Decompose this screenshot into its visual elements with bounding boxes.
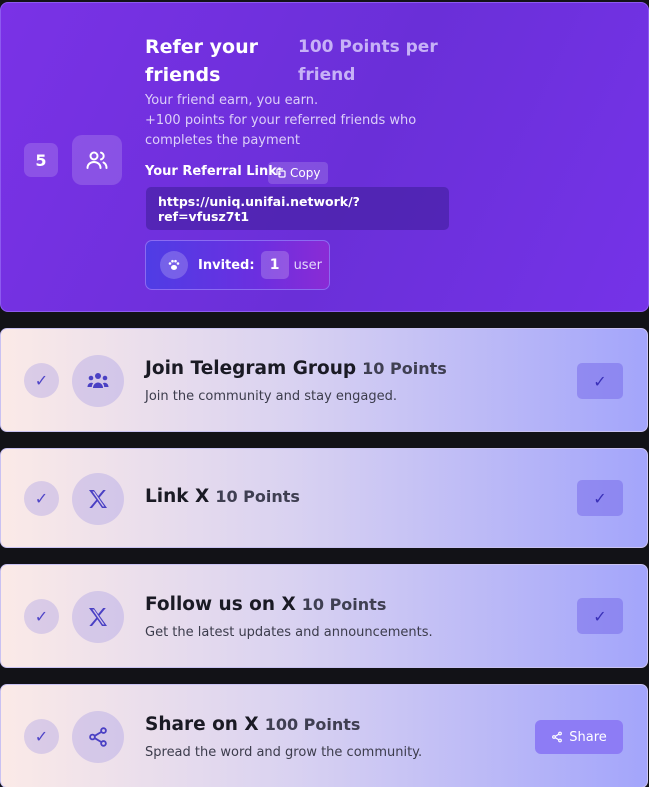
referral-card: 5 Refer your friends 100 Points per frie… (0, 2, 649, 312)
invited-label: Invited: (198, 257, 255, 273)
task-points: 10 Points (301, 595, 387, 614)
task-title: Follow us on X 10 Points (145, 594, 386, 615)
check-icon: ✓ (24, 363, 59, 398)
task-title: Link X 10 Points (145, 486, 300, 507)
copy-label: Copy (290, 166, 321, 180)
check-icon: ✓ (24, 599, 59, 634)
referral-link[interactable]: https://uniq.unifai.network/?ref=vfusz7t… (146, 187, 449, 230)
task-follow-x: ✓ Follow us on X 10 Points Get the latest… (0, 564, 648, 668)
invited-unit: user (293, 257, 322, 273)
paw-icon (160, 251, 188, 279)
invited-count: 1 (260, 251, 289, 279)
task-share-x: ✓ Share on X 100 Points Spread the word a… (0, 684, 648, 787)
complete-button[interactable]: ✓ (577, 363, 623, 399)
task-name: Follow us on X (145, 594, 296, 615)
invited-summary: Invited: 1 user (145, 240, 330, 290)
x-logo-icon (72, 591, 124, 643)
referral-desc-line2: +100 points for your referred friends wh… (145, 113, 417, 148)
step-number: 5 (24, 143, 58, 177)
share-label: Share (569, 729, 607, 745)
task-points: 10 Points (362, 359, 447, 378)
share-button[interactable]: Share (535, 720, 623, 754)
share-icon (72, 711, 124, 763)
task-name: Link X (145, 486, 210, 507)
task-name: Join Telegram Group (145, 358, 357, 379)
task-points: 100 Points (264, 715, 361, 734)
check-icon: ✓ (24, 481, 59, 516)
referral-points: 100 Points per friend (298, 37, 438, 85)
copy-icon (276, 168, 286, 178)
task-title: Share on X 100 Points (145, 714, 360, 735)
referral-title: Refer your friends (145, 36, 258, 86)
task-link-x: ✓ Link X 10 Points ✓ (0, 448, 648, 548)
check-icon: ✓ (24, 719, 59, 754)
task-join-telegram: ✓ Join Telegram Group 10 Points Join the … (0, 328, 648, 432)
x-logo-icon (72, 473, 124, 525)
referral-description: Your friend earn, you earn. +100 points … (145, 91, 445, 151)
task-description: Join the community and stay engaged. (145, 389, 398, 404)
task-description: Spread the word and grow the community. (145, 745, 423, 760)
task-description: Get the latest updates and announcements… (145, 625, 433, 640)
task-points: 10 Points (215, 487, 300, 506)
complete-button[interactable]: ✓ (577, 598, 623, 634)
copy-button[interactable]: Copy (268, 162, 329, 184)
referral-link-label: Your Referral Link: (145, 164, 283, 179)
users-icon (72, 135, 122, 185)
complete-button[interactable]: ✓ (577, 480, 623, 516)
task-title: Join Telegram Group 10 Points (145, 358, 447, 379)
task-name: Share on X (145, 714, 259, 735)
share-icon (552, 731, 563, 743)
group-icon (72, 355, 124, 407)
referral-desc-line1: Your friend earn, you earn. (145, 93, 319, 108)
